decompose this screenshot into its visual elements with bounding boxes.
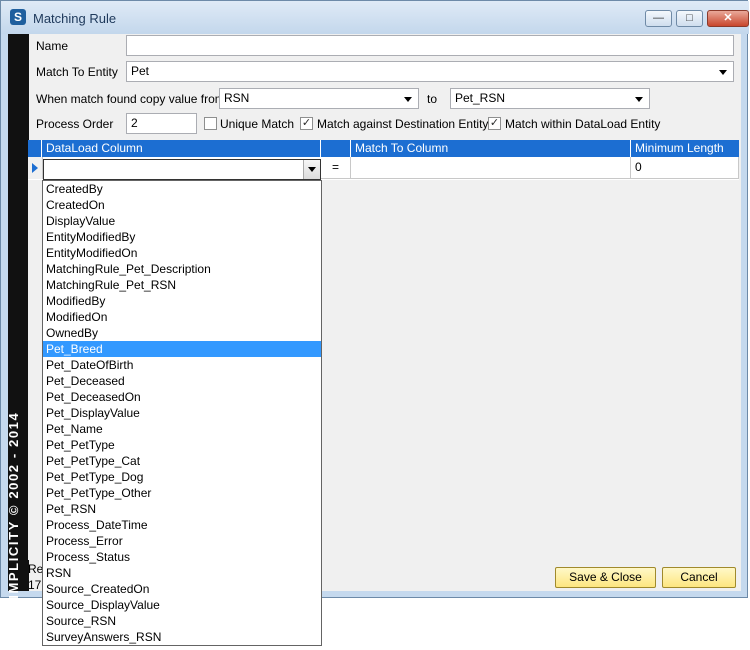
window-title: Matching Rule bbox=[33, 11, 117, 26]
chevron-down-icon bbox=[308, 167, 316, 172]
brand-text: SIMPLICITY © 2002 - 2014 bbox=[6, 411, 21, 609]
name-label: Name bbox=[36, 39, 69, 53]
col-match-to[interactable]: Match To Column bbox=[351, 140, 631, 157]
title-bar[interactable]: S Matching Rule — □ ✕ bbox=[1, 1, 749, 34]
dropdown-item[interactable]: Process_DateTime bbox=[43, 517, 321, 533]
dropdown-item[interactable]: Pet_PetType_Cat bbox=[43, 453, 321, 469]
close-button[interactable]: ✕ bbox=[707, 10, 749, 27]
dropdown-item[interactable]: RSN bbox=[43, 565, 321, 581]
dropdown-item[interactable]: Pet_PetType_Other bbox=[43, 485, 321, 501]
dropdown-item[interactable]: Pet_Deceased bbox=[43, 373, 321, 389]
col-dataload[interactable]: DataLoad Column bbox=[42, 140, 321, 157]
entity-label: Match To Entity bbox=[36, 65, 118, 79]
dropdown-item[interactable]: MatchingRule_Pet_Description bbox=[43, 261, 321, 277]
copy-from-value: RSN bbox=[224, 91, 250, 105]
dataload-cell-editor[interactable] bbox=[43, 159, 321, 180]
col-operator[interactable] bbox=[321, 140, 351, 157]
dropdown-item[interactable]: DisplayValue bbox=[43, 213, 321, 229]
dropdown-item[interactable]: Source_DisplayValue bbox=[43, 597, 321, 613]
dropdown-item[interactable]: ModifiedOn bbox=[43, 309, 321, 325]
order-label: Process Order bbox=[36, 117, 114, 131]
dropdown-item[interactable]: ModifiedBy bbox=[43, 293, 321, 309]
to-label: to bbox=[427, 92, 438, 106]
dropdown-item[interactable]: MatchingRule_Pet_RSN bbox=[43, 277, 321, 293]
dropdown-item[interactable]: Pet_DateOfBirth bbox=[43, 357, 321, 373]
col-min-length[interactable]: Minimum Length bbox=[631, 140, 739, 157]
min-length-cell[interactable]: 0 bbox=[631, 157, 739, 179]
brand-sidebar: SIMPLICITY © 2002 - 2014 bbox=[6, 34, 29, 609]
dropdown-item[interactable]: EntityModifiedBy bbox=[43, 229, 321, 245]
dropdown-button[interactable] bbox=[303, 160, 320, 179]
dropdown-item[interactable]: Pet_DisplayValue bbox=[43, 405, 321, 421]
unique-match-label: Unique Match bbox=[220, 117, 295, 131]
order-input[interactable]: 2 bbox=[126, 113, 197, 134]
entity-value: Pet bbox=[131, 64, 150, 78]
maximize-button[interactable]: □ bbox=[676, 10, 703, 27]
within-match-checkbox[interactable]: ✓ bbox=[488, 117, 501, 130]
unique-match-checkbox[interactable] bbox=[204, 117, 217, 130]
dropdown-item[interactable]: Source_CreatedOn bbox=[43, 581, 321, 597]
row-header-corner bbox=[28, 140, 42, 157]
minimize-button[interactable]: — bbox=[645, 10, 672, 27]
dropdown-item[interactable]: SurveyAnswers_RSN bbox=[43, 629, 321, 645]
dataload-column-dropdown[interactable]: CreatedBy CreatedOn DisplayValue EntityModi… bbox=[42, 180, 322, 646]
row-selector[interactable] bbox=[28, 157, 43, 179]
dropdown-item[interactable]: Pet_PetType_Dog bbox=[43, 469, 321, 485]
name-input[interactable] bbox=[126, 35, 734, 56]
dropdown-item[interactable]: Process_Status bbox=[43, 549, 321, 565]
copy-to-select[interactable]: Pet_RSN bbox=[450, 88, 650, 109]
chevron-down-icon bbox=[635, 97, 643, 102]
dropdown-item[interactable]: CreatedBy bbox=[43, 181, 321, 197]
dropdown-item[interactable]: OwnedBy bbox=[43, 325, 321, 341]
chevron-down-icon bbox=[404, 97, 412, 102]
dest-match-checkbox[interactable]: ✓ bbox=[300, 117, 313, 130]
app-icon: S bbox=[10, 9, 26, 25]
dropdown-item[interactable]: EntityModifiedOn bbox=[43, 245, 321, 261]
dropdown-item[interactable]: Pet_RSN bbox=[43, 501, 321, 517]
dropdown-item[interactable]: Pet_PetType bbox=[43, 437, 321, 453]
dropdown-item[interactable]: CreatedOn bbox=[43, 197, 321, 213]
dropdown-item[interactable]: Pet_Name bbox=[43, 421, 321, 437]
cancel-button[interactable]: Cancel bbox=[662, 567, 736, 588]
dest-match-label: Match against Destination Entity bbox=[317, 117, 489, 131]
entity-select[interactable]: Pet bbox=[126, 61, 734, 82]
copy-label: When match found copy value from bbox=[36, 92, 225, 106]
save-close-button[interactable]: Save & Close bbox=[555, 567, 656, 588]
copy-to-value: Pet_RSN bbox=[455, 91, 506, 105]
copy-from-select[interactable]: RSN bbox=[219, 88, 419, 109]
operator-cell: = bbox=[321, 157, 351, 179]
dropdown-item[interactable]: Pet_Breed bbox=[43, 341, 321, 357]
dropdown-item[interactable]: Pet_DeceasedOn bbox=[43, 389, 321, 405]
chevron-down-icon bbox=[719, 70, 727, 75]
dropdown-item[interactable]: Source_RSN bbox=[43, 613, 321, 629]
within-match-label: Match within DataLoad Entity bbox=[505, 117, 661, 131]
match-to-cell[interactable] bbox=[351, 157, 631, 179]
dropdown-item[interactable]: Process_Error bbox=[43, 533, 321, 549]
current-row-icon bbox=[32, 163, 38, 173]
